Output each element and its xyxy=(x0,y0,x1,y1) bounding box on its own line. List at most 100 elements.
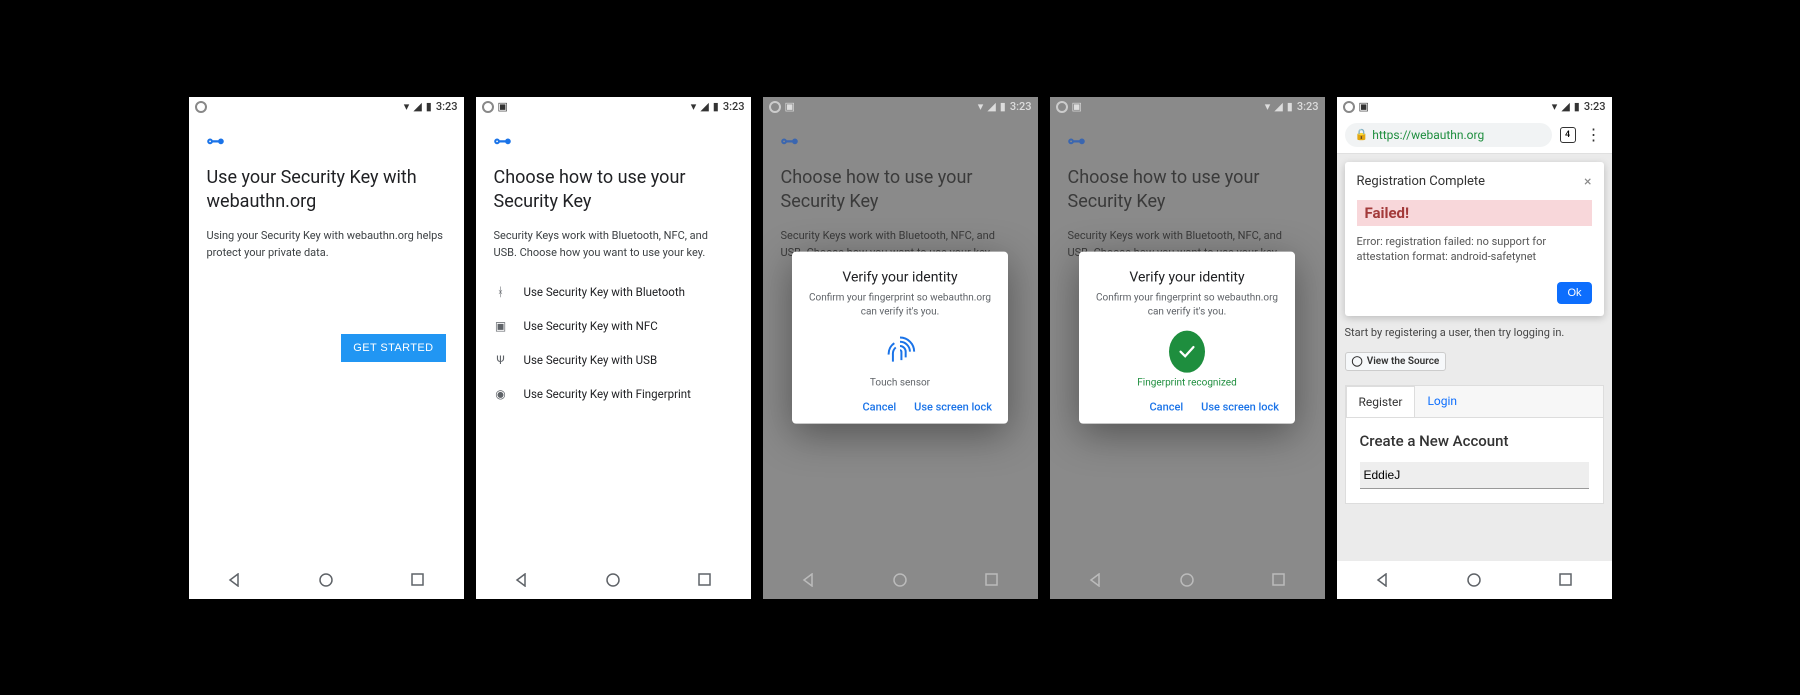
screen-4: ▣ ▾ ◢ ▮ 3:23 ⊶ Choose how to use your Se… xyxy=(1050,97,1325,599)
clock: 3:23 xyxy=(436,100,458,113)
cancel-button[interactable]: Cancel xyxy=(862,400,896,413)
screen-3: ▣ ▾ ◢ ▮ 3:23 ⊶ Choose how to use your Se… xyxy=(763,97,1038,599)
close-icon[interactable]: × xyxy=(1584,174,1591,190)
verify-identity-dialog: Verify your identity Confirm your finger… xyxy=(792,251,1008,423)
recents-button[interactable] xyxy=(1558,572,1574,588)
recents-button[interactable] xyxy=(410,572,426,588)
option-bluetooth[interactable]: ᚼ Use Security Key with Bluetooth xyxy=(494,275,733,309)
home-button[interactable] xyxy=(892,572,908,588)
status-bar: ▾ ◢ ▮ 3:23 xyxy=(189,97,464,117)
clock: 3:23 xyxy=(1010,100,1032,113)
battery-icon: ▮ xyxy=(1000,100,1006,113)
tabs-button[interactable]: 4 xyxy=(1560,127,1576,143)
url-text: https://webauthn.org xyxy=(1372,128,1484,142)
page-title: Use your Security Key with webauthn.org xyxy=(207,166,446,215)
card-title: Registration Complete xyxy=(1357,174,1486,189)
url-field[interactable]: 🔒 https://webauthn.org xyxy=(1345,123,1552,147)
back-button[interactable] xyxy=(800,572,816,588)
hint-text: Start by registering a user, then try lo… xyxy=(1345,326,1604,339)
get-started-button[interactable]: GET STARTED xyxy=(341,334,445,362)
menu-button[interactable]: ⋮ xyxy=(1584,125,1604,144)
option-nfc[interactable]: ▣ Use Security Key with NFC xyxy=(494,309,733,343)
home-button[interactable] xyxy=(1179,572,1195,588)
status-bar: ▣ ▾ ◢ ▮ 3:23 xyxy=(476,97,751,117)
home-button[interactable] xyxy=(1466,572,1482,588)
dialog-title: Verify your identity xyxy=(808,269,992,285)
android-navbar xyxy=(1050,561,1325,599)
chrome-icon xyxy=(769,101,781,113)
picture-icon: ▣ xyxy=(498,100,508,113)
battery-icon: ▮ xyxy=(713,100,719,113)
fingerprint-icon: ◉ xyxy=(494,387,508,401)
signal-icon: ◢ xyxy=(1561,100,1569,113)
picture-icon: ▣ xyxy=(785,100,795,113)
usb-icon: Ψ xyxy=(494,353,508,367)
use-screen-lock-button[interactable]: Use screen lock xyxy=(1201,400,1279,413)
wifi-icon: ▾ xyxy=(978,100,984,113)
page-subtitle: Security Keys work with Bluetooth, NFC, … xyxy=(494,228,733,261)
page-subtitle: Using your Security Key with webauthn.or… xyxy=(207,228,446,261)
android-navbar xyxy=(189,561,464,599)
option-fingerprint[interactable]: ◉ Use Security Key with Fingerprint xyxy=(494,377,733,411)
chrome-icon xyxy=(195,101,207,113)
view-source-button[interactable]: ◯ View the Source xyxy=(1345,352,1447,371)
url-bar: 🔒 https://webauthn.org 4 ⋮ xyxy=(1337,117,1612,154)
github-icon: ◯ xyxy=(1352,356,1363,367)
form-title: Create a New Account xyxy=(1360,432,1589,450)
error-message: Error: registration failed: no support f… xyxy=(1357,234,1592,265)
back-button[interactable] xyxy=(1087,572,1103,588)
recents-button[interactable] xyxy=(1271,572,1287,588)
ok-button[interactable]: Ok xyxy=(1557,282,1591,304)
wifi-icon: ▾ xyxy=(1265,100,1271,113)
bluetooth-icon: ᚼ xyxy=(494,285,508,299)
home-button[interactable] xyxy=(318,572,334,588)
auth-form: Register Login Create a New Account xyxy=(1345,385,1604,504)
chrome-icon xyxy=(1343,101,1355,113)
back-button[interactable] xyxy=(1374,572,1390,588)
status-bar: ▣ ▾ ◢ ▮ 3:23 xyxy=(1050,97,1325,117)
chrome-icon xyxy=(1056,101,1068,113)
home-button[interactable] xyxy=(605,572,621,588)
option-usb[interactable]: Ψ Use Security Key with USB xyxy=(494,343,733,377)
signal-icon: ◢ xyxy=(413,100,421,113)
battery-icon: ▮ xyxy=(1574,100,1580,113)
status-bar: ▣ ▾ ◢ ▮ 3:23 xyxy=(763,97,1038,117)
cancel-button[interactable]: Cancel xyxy=(1149,400,1183,413)
clock: 3:23 xyxy=(1297,100,1319,113)
recents-button[interactable] xyxy=(697,572,713,588)
clock: 3:23 xyxy=(723,100,745,113)
page-title: Choose how to use your Security Key xyxy=(781,166,1020,215)
wifi-icon: ▾ xyxy=(404,100,410,113)
username-field[interactable] xyxy=(1360,462,1589,489)
fingerprint-icon xyxy=(882,333,918,369)
wifi-icon: ▾ xyxy=(1552,100,1558,113)
screen-2: ▣ ▾ ◢ ▮ 3:23 ⊶ Choose how to use your Se… xyxy=(476,97,751,599)
key-icon: ⊶ xyxy=(207,131,446,152)
tab-register[interactable]: Register xyxy=(1346,386,1416,417)
back-button[interactable] xyxy=(226,572,242,588)
picture-icon: ▣ xyxy=(1072,100,1082,113)
nfc-icon: ▣ xyxy=(494,319,508,333)
signal-icon: ◢ xyxy=(987,100,995,113)
picture-icon: ▣ xyxy=(1359,100,1369,113)
signal-icon: ◢ xyxy=(700,100,708,113)
wifi-icon: ▾ xyxy=(691,100,697,113)
screen-1: ▾ ◢ ▮ 3:23 ⊶ Use your Security Key with … xyxy=(189,97,464,599)
screen-5: ▣ ▾ ◢ ▮ 3:23 🔒 https://webauthn.org 4 ⋮ … xyxy=(1337,97,1612,599)
tab-login[interactable]: Login xyxy=(1415,386,1469,417)
android-navbar xyxy=(476,561,751,599)
status-bar: ▣ ▾ ◢ ▮ 3:23 xyxy=(1337,97,1612,117)
recents-button[interactable] xyxy=(984,572,1000,588)
use-screen-lock-button[interactable]: Use screen lock xyxy=(914,400,992,413)
key-icon: ⊶ xyxy=(1068,131,1307,152)
option-label: Use Security Key with Bluetooth xyxy=(524,285,685,299)
option-label: Use Security Key with NFC xyxy=(524,319,658,333)
dialog-title: Verify your identity xyxy=(1095,269,1279,285)
dialog-subtitle: Confirm your fingerprint so webauthn.org… xyxy=(808,291,992,319)
status-message: Touch sensor xyxy=(808,377,992,388)
dialog-subtitle: Confirm your fingerprint so webauthn.org… xyxy=(1095,291,1279,319)
status-message: Fingerprint recognized xyxy=(1095,377,1279,388)
battery-icon: ▮ xyxy=(426,100,432,113)
back-button[interactable] xyxy=(513,572,529,588)
alert-failed: Failed! xyxy=(1357,200,1592,226)
